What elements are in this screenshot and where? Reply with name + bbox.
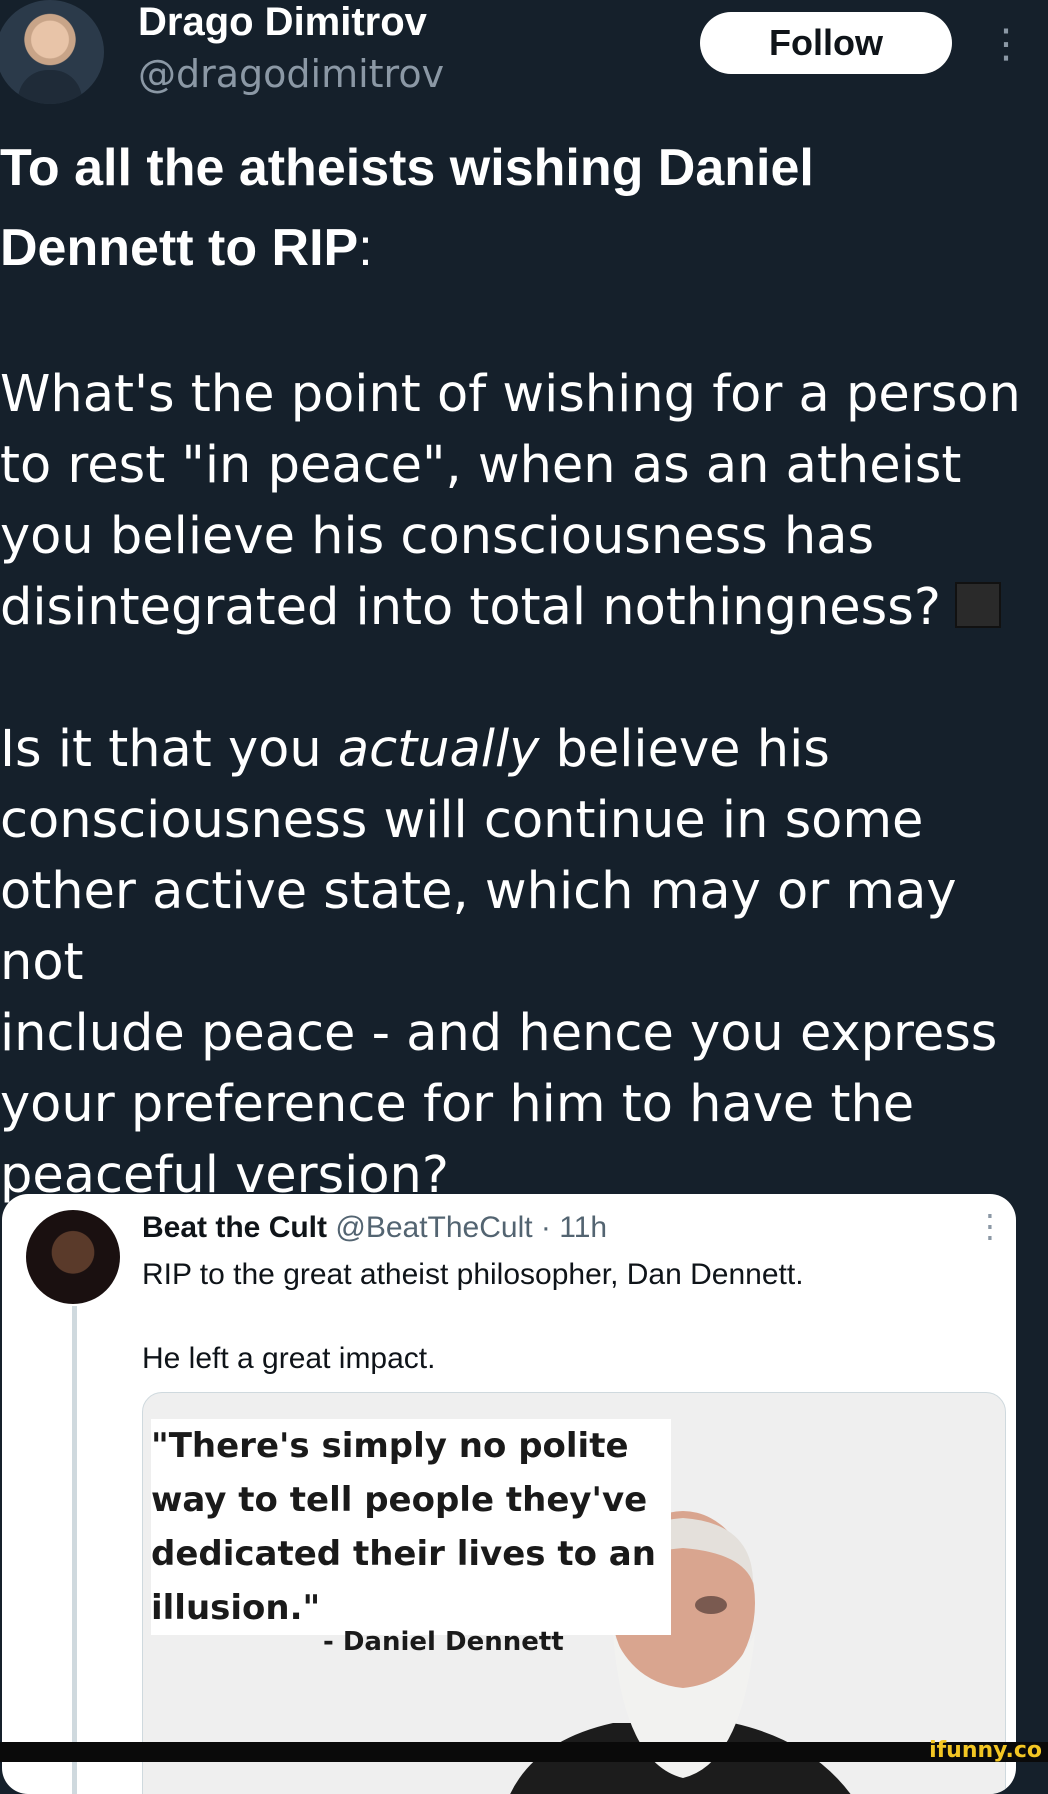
quoted-more-options-icon[interactable]: ⋮ bbox=[974, 1208, 1006, 1244]
tweet-headline-colon: : bbox=[358, 219, 373, 277]
tweet-para1-line-2: to rest "in peace", when as an atheist bbox=[0, 436, 962, 495]
author-handle[interactable]: @dragodimitrov bbox=[138, 52, 444, 96]
tweet-headline-line-2: Dennett to RIP: bbox=[0, 208, 1040, 288]
tweet-para2-pre: Is it that you bbox=[0, 720, 338, 779]
tweet-para2-line-2: consciousness will continue in some bbox=[0, 791, 924, 850]
tweet-headline-bold: Dennett to RIP bbox=[0, 219, 359, 277]
tweet-para2-line-5: your preference for him to have the bbox=[0, 1075, 915, 1134]
quoted-author-name[interactable]: Beat the Cult bbox=[142, 1211, 327, 1244]
quoted-author-avatar[interactable] bbox=[26, 1210, 120, 1304]
quoted-tweet-header: Beat the Cult @BeatTheCult · 11h bbox=[142, 1208, 607, 1248]
author-name[interactable]: Drago Dimitrov bbox=[138, 0, 427, 44]
black-square-emoji-icon bbox=[954, 582, 1001, 628]
tweet-para2-post: believe his bbox=[539, 720, 830, 779]
follow-button[interactable]: Follow bbox=[700, 12, 952, 74]
image-quote-line-2: way to tell people they've bbox=[151, 1480, 648, 1520]
author-avatar[interactable] bbox=[0, 0, 104, 104]
quoted-tweet-image[interactable]: "There's simply no polite way to tell pe… bbox=[142, 1392, 1006, 1794]
ifunny-watermark: ifunny.co bbox=[929, 1738, 1042, 1763]
bottom-bar bbox=[0, 1742, 1048, 1762]
image-quote-line-1: "There's simply no polite bbox=[151, 1426, 629, 1466]
tweet-para1-line-4-text: disintegrated into total nothingness? bbox=[0, 578, 941, 637]
tweet-para2-line-4: include peace - and hence you express bbox=[0, 1004, 998, 1063]
quoted-author-handle[interactable]: @BeatTheCult bbox=[335, 1211, 532, 1244]
more-options-icon[interactable]: ⋮ bbox=[986, 24, 1026, 64]
image-quote-attribution: - Daniel Dennett bbox=[323, 1627, 564, 1657]
image-quote-text: "There's simply no polite way to tell pe… bbox=[151, 1419, 671, 1635]
tweet-para1-line-4: disintegrated into total nothingness? bbox=[0, 572, 1040, 643]
tweet-para2-line-1: Is it that you actually believe his bbox=[0, 714, 1040, 785]
tweet-headline-line-1: To all the atheists wishing Daniel bbox=[0, 139, 814, 197]
tweet-para2-line-3: other active state, which may or may not bbox=[0, 862, 957, 992]
quoted-text-line-2: He left a great impact. bbox=[142, 1342, 436, 1375]
quoted-tweet-card[interactable]: Beat the Cult @BeatTheCult · 11h ⋮ RIP t… bbox=[2, 1194, 1016, 1794]
meta-separator: · bbox=[540, 1211, 551, 1244]
tweet-para1-line-1: What's the point of wishing for a person bbox=[0, 365, 1021, 424]
tweet-para2-emphasis: actually bbox=[337, 720, 540, 779]
image-quote-line-3: dedicated their lives to an bbox=[151, 1534, 656, 1574]
tweet-para1-line-3: you believe his consciousness has bbox=[0, 507, 875, 566]
tweet-text: To all the atheists wishing Daniel Denne… bbox=[0, 128, 1040, 1211]
thread-line bbox=[72, 1306, 77, 1794]
quoted-text-line-1: RIP to the great atheist philosopher, Da… bbox=[142, 1258, 804, 1291]
quoted-tweet-time[interactable]: 11h bbox=[559, 1211, 607, 1244]
